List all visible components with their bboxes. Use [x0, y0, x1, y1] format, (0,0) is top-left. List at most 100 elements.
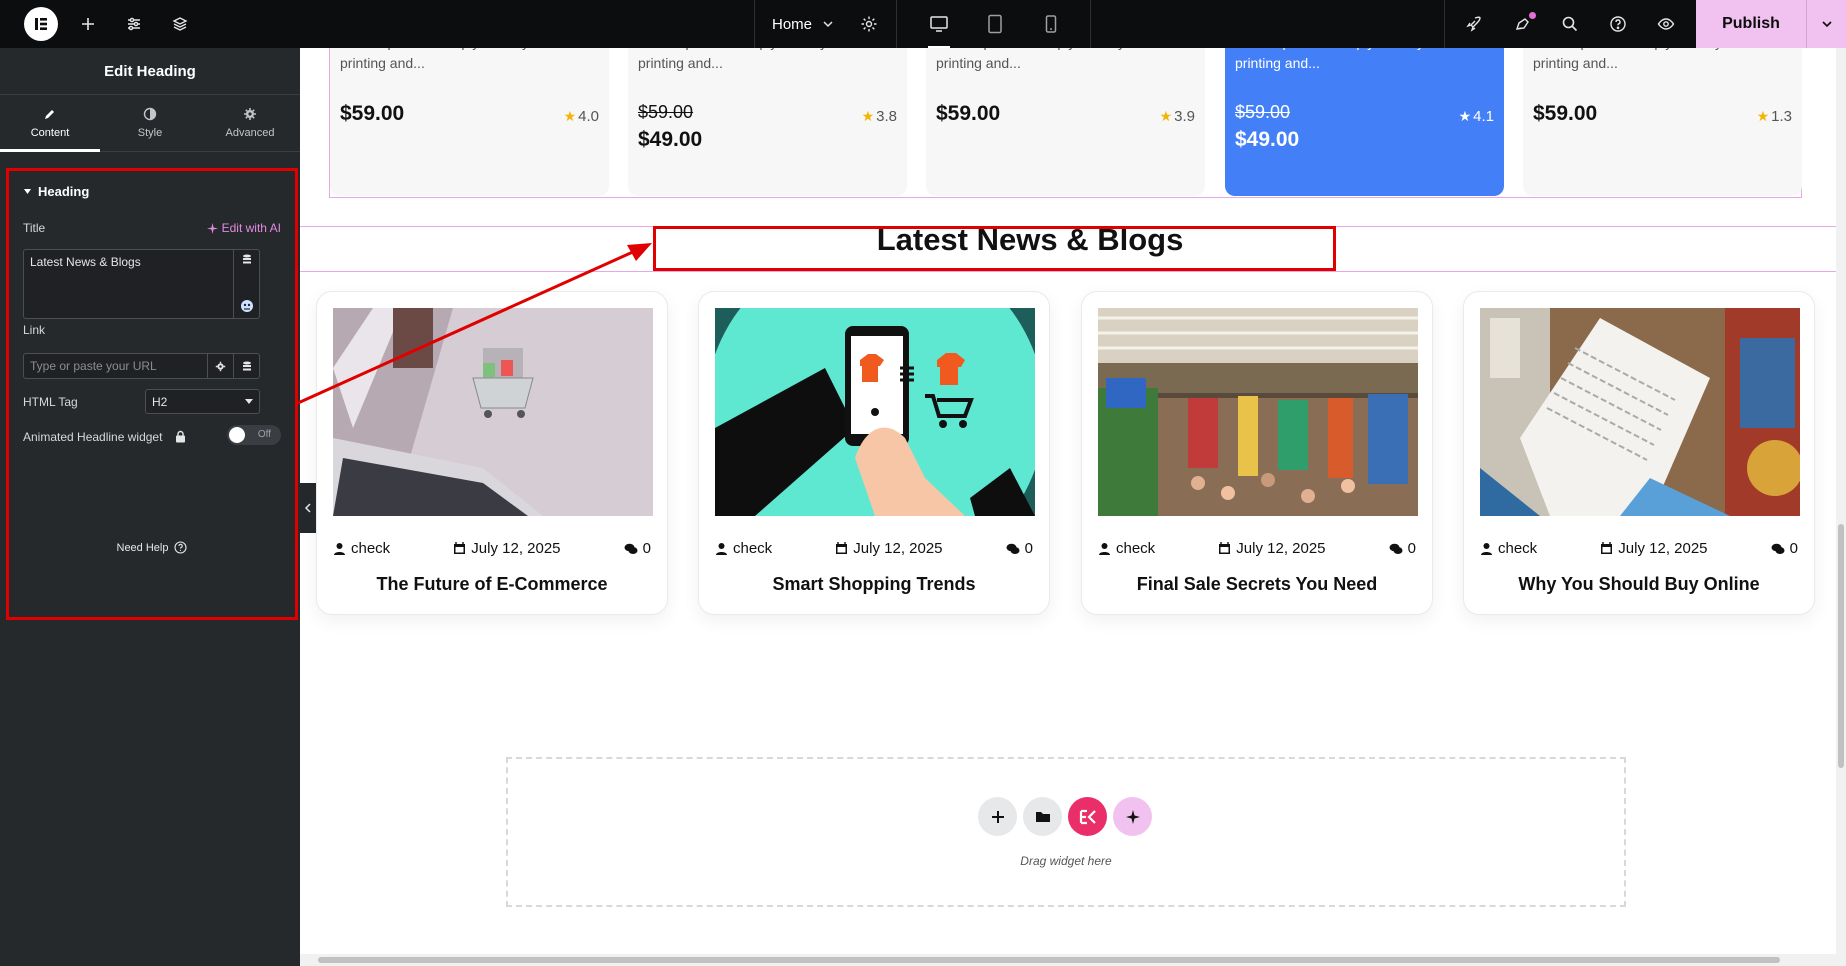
post-date: July 12, 2025 — [835, 540, 943, 557]
section-toggle-heading[interactable]: Heading — [23, 184, 89, 199]
product-card[interactable]: Lorem Ipsum is simply dummy text of the … — [1523, 48, 1802, 196]
blog-meta: check July 12, 2025 0 — [715, 540, 1033, 557]
product-rating: ★ 4.0 — [564, 108, 599, 125]
tab-style-label: Style — [137, 127, 163, 139]
layers-icon[interactable] — [166, 0, 194, 48]
comment-count[interactable]: 0 — [624, 540, 651, 557]
html-tag-select[interactable]: H2 — [145, 389, 260, 414]
preview-eye-icon[interactable] — [1654, 0, 1678, 48]
tab-advanced[interactable]: Advanced — [200, 95, 300, 151]
pencil-icon — [45, 110, 54, 119]
page-settings-gear-icon[interactable] — [858, 0, 880, 48]
desktop-device-icon[interactable] — [916, 0, 962, 48]
drop-zone[interactable] — [506, 757, 1626, 907]
comment-count[interactable]: 0 — [1389, 540, 1416, 557]
ai-generate-button[interactable] — [1113, 797, 1152, 836]
add-template-button[interactable] — [1023, 797, 1062, 836]
add-section-button[interactable] — [978, 797, 1017, 836]
product-card[interactable]: Lorem Ipsum is simply dummy text of the … — [330, 48, 609, 196]
star-icon: ★ — [1159, 108, 1173, 124]
rocket-icon[interactable] — [1462, 0, 1486, 48]
comment-count[interactable]: 0 — [1006, 540, 1033, 557]
user-icon — [334, 543, 345, 555]
product-card[interactable]: Lorem Ipsum is simply dummy text of the … — [926, 48, 1205, 196]
link-options-gear-icon[interactable] — [207, 354, 233, 378]
title-textarea[interactable]: Latest News & Blogs — [23, 249, 260, 319]
elementor-logo-icon[interactable] — [24, 7, 58, 41]
calendar-icon — [1601, 542, 1613, 554]
rating-value: 4.1 — [1473, 108, 1494, 125]
publish-button[interactable]: Publish — [1696, 0, 1806, 48]
author[interactable]: check — [1480, 540, 1537, 557]
add-element-icon[interactable] — [74, 0, 102, 48]
horizontal-scrollbar[interactable] — [300, 954, 1836, 966]
edit-with-ai-button[interactable]: Edit with AI — [206, 221, 281, 235]
mobile-device-icon[interactable] — [1028, 0, 1074, 48]
product-price: $49.00 — [1235, 128, 1300, 151]
blog-image-supermarket[interactable] — [1098, 308, 1418, 516]
link-placeholder: Type or paste your URL — [30, 359, 157, 373]
blog-title[interactable]: The Future of E-Commerce — [317, 574, 667, 595]
elementskit-button[interactable] — [1068, 797, 1107, 836]
comments-icon — [1771, 543, 1785, 554]
tablet-device-icon[interactable] — [972, 0, 1018, 48]
heading-controls-section: Heading Title Edit with AI Latest News &… — [6, 168, 298, 620]
user-icon — [716, 543, 727, 555]
site-settings-icon[interactable] — [120, 0, 148, 48]
drop-zone-text: Drag widget here — [1020, 854, 1112, 868]
author[interactable]: check — [1098, 540, 1155, 557]
ai-assistant-icon[interactable] — [240, 298, 254, 314]
search-icon[interactable] — [1558, 0, 1582, 48]
rating-value: 3.8 — [876, 108, 897, 125]
author[interactable]: check — [715, 540, 772, 557]
question-icon — [174, 541, 188, 554]
dynamic-tags-icon[interactable] — [242, 254, 252, 265]
product-description: Lorem Ipsum is simply dummy text of the … — [936, 48, 1190, 71]
need-help-link[interactable]: Need Help — [9, 541, 295, 554]
notifications-icon[interactable] — [1510, 0, 1536, 48]
blog-title[interactable]: Smart Shopping Trends — [699, 574, 1049, 595]
page-selector[interactable]: Home — [772, 0, 834, 48]
edit-with-ai-label: Edit with AI — [221, 221, 281, 235]
author[interactable]: check — [333, 540, 390, 557]
link-url-input[interactable]: Type or paste your URL — [23, 353, 260, 379]
tab-style[interactable]: Style — [100, 95, 200, 151]
product-card[interactable]: Lorem Ipsum is simply dummy text of the … — [628, 48, 907, 196]
help-icon[interactable] — [1606, 0, 1630, 48]
gear-icon — [244, 108, 256, 120]
blog-image-smart-shopping[interactable] — [715, 308, 1035, 516]
rating-value: 4.0 — [578, 108, 599, 125]
horizontal-scroll-thumb[interactable] — [318, 957, 1780, 963]
vertical-scrollbar[interactable] — [1836, 48, 1846, 966]
post-date: July 12, 2025 — [1218, 540, 1326, 557]
blog-card[interactable]: check July 12, 2025 0 Smart Shopping Tre… — [698, 291, 1050, 615]
product-rating: ★ 4.1 — [1459, 108, 1494, 125]
title-value: Latest News & Blogs — [30, 255, 141, 269]
link-dynamic-tags-icon[interactable] — [233, 354, 259, 378]
blog-title[interactable]: Why You Should Buy Online — [1464, 574, 1814, 595]
star-icon: ★ — [1458, 108, 1472, 124]
blog-image-receipt[interactable] — [1480, 308, 1800, 516]
plus-icon — [991, 810, 1004, 823]
vertical-scroll-thumb[interactable] — [1838, 524, 1844, 768]
panel-title: Edit Heading — [0, 48, 300, 95]
half-circle-icon — [143, 107, 157, 121]
blog-title[interactable]: Final Sale Secrets You Need — [1082, 574, 1432, 595]
page-name: Home — [772, 15, 813, 33]
product-old-price: $59.00 — [638, 102, 694, 122]
tab-content[interactable]: Content — [0, 95, 100, 152]
comment-count[interactable]: 0 — [1771, 540, 1798, 557]
product-card-highlighted[interactable]: Lorem Ipsum is simply dummy text of the … — [1225, 48, 1504, 196]
editor-canvas: Lorem Ipsum is simply dummy text of the … — [300, 48, 1836, 966]
toggle-state: Off — [257, 429, 271, 440]
annotation-highlight-box — [653, 226, 1336, 271]
blog-meta: check July 12, 2025 0 — [1098, 540, 1416, 557]
product-price: $59.00 — [1533, 102, 1598, 125]
blog-card[interactable]: check July 12, 2025 0 Why You Should Buy… — [1463, 291, 1815, 615]
publish-options-chevron-icon[interactable] — [1806, 0, 1846, 48]
comments-icon — [1389, 543, 1403, 554]
animated-headline-toggle[interactable]: Off — [227, 425, 281, 445]
blog-meta: check July 12, 2025 0 — [1480, 540, 1798, 557]
blog-card[interactable]: check July 12, 2025 0 Final Sale Secrets… — [1081, 291, 1433, 615]
lock-icon — [176, 430, 185, 443]
